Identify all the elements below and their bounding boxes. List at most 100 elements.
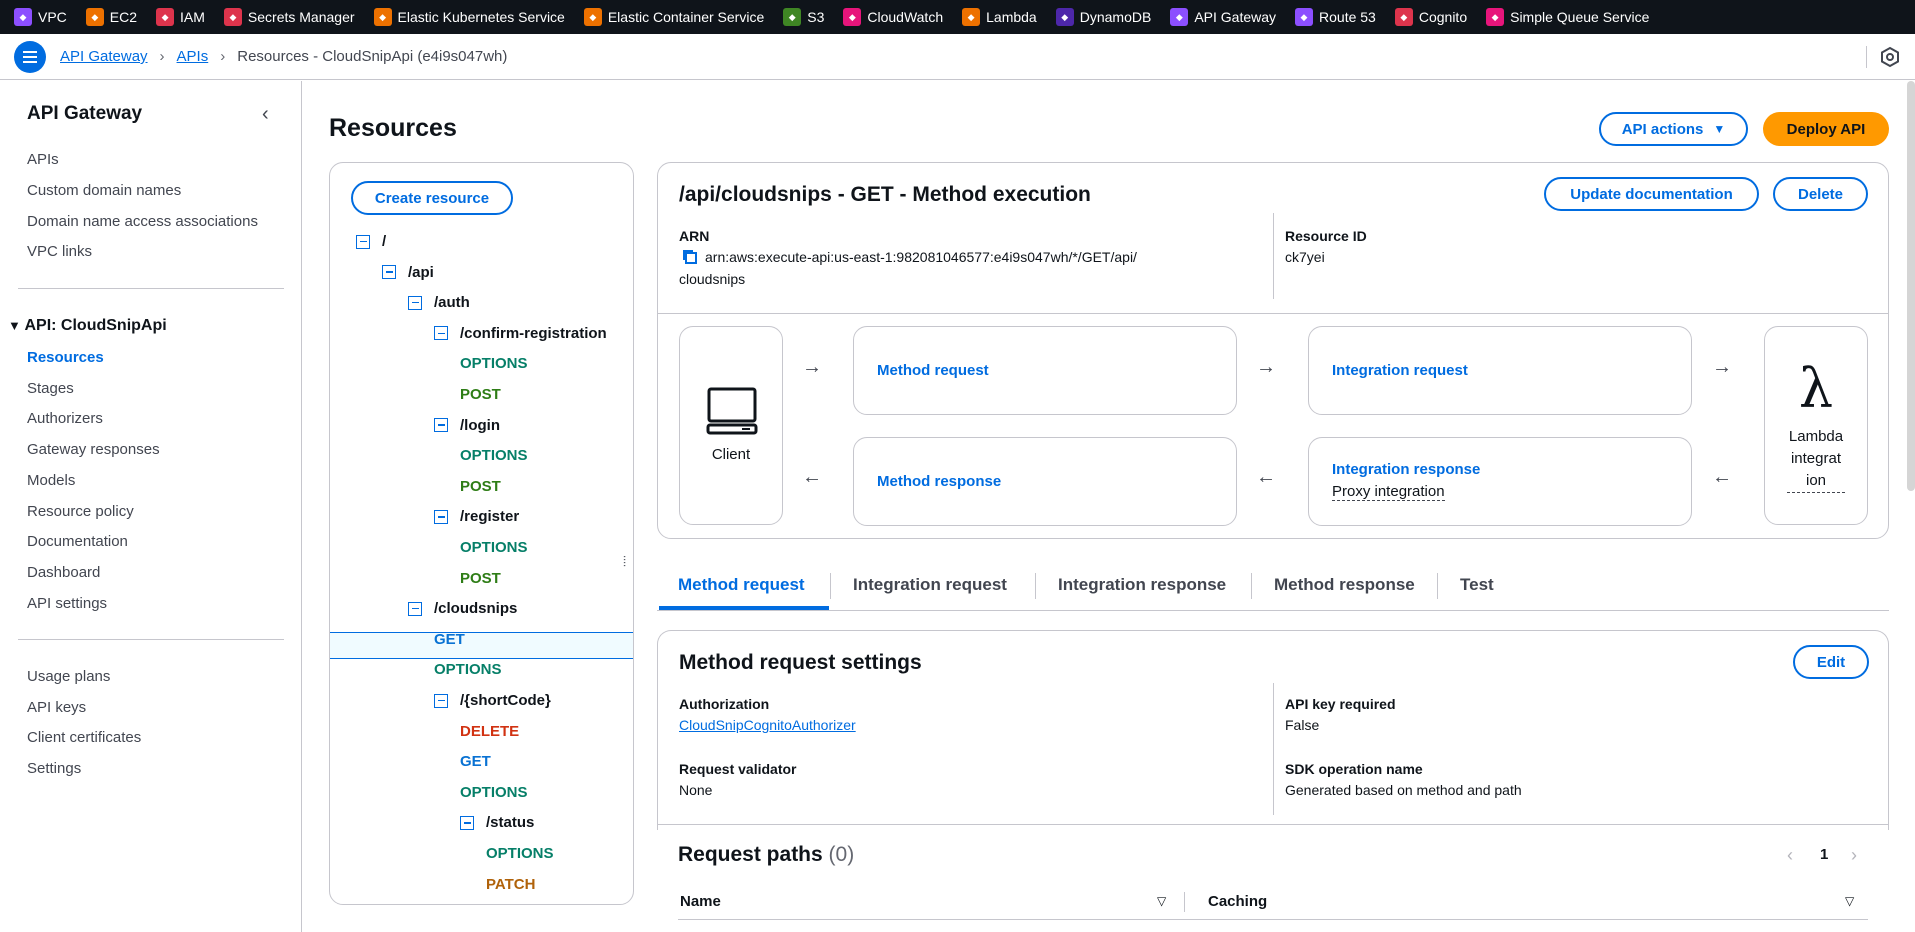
settings-icon[interactable] (1866, 46, 1901, 68)
service-shortcut[interactable]: ◆ CloudWatch (843, 8, 943, 26)
method-response-link[interactable]: Method response (877, 473, 1001, 490)
tree-resource[interactable]: / (356, 233, 386, 250)
service-shortcut[interactable]: ◆ Route 53 (1295, 8, 1376, 26)
collapse-icon[interactable] (408, 601, 422, 616)
page-number[interactable]: 1 (1820, 846, 1828, 863)
tree-method[interactable]: OPTIONS (460, 447, 528, 464)
sidebar-item[interactable]: VPC links (27, 243, 92, 260)
lambda-integration-label[interactable]: Lambda integrat ion (1765, 426, 1867, 493)
authorization-value[interactable]: CloudSnipCognitoAuthorizer (679, 717, 856, 733)
sidebar-item[interactable]: Resources (27, 349, 104, 366)
tree-method[interactable]: OPTIONS (460, 784, 528, 801)
api-section-toggle[interactable]: ▼ API: CloudSnipApi (8, 317, 167, 335)
sidebar-item[interactable]: Settings (27, 760, 81, 777)
sidebar-item[interactable]: Documentation (27, 533, 128, 550)
sidebar-item[interactable]: Dashboard (27, 564, 100, 581)
method-response-box[interactable]: Method response (853, 437, 1237, 526)
tree-resource[interactable]: /login (434, 417, 500, 434)
breadcrumb-apis[interactable]: APIs (177, 48, 209, 65)
service-shortcut[interactable]: ◆ Lambda (962, 8, 1037, 26)
sidebar-item[interactable]: API settings (27, 595, 107, 612)
tab[interactable]: Integration response (1058, 575, 1226, 595)
tree-method[interactable]: POST (460, 570, 501, 587)
method-request-box[interactable]: Method request (853, 326, 1237, 415)
tree-method[interactable]: OPTIONS (460, 355, 528, 372)
sidebar-item[interactable]: Usage plans (27, 668, 110, 685)
service-shortcut[interactable]: ◆ Cognito (1394, 8, 1467, 26)
sidebar-item[interactable]: Models (27, 472, 75, 489)
tree-resource[interactable]: /api (382, 264, 434, 281)
service-shortcut[interactable]: ◆ Elastic Kubernetes Service (373, 8, 565, 26)
service-shortcut[interactable]: ◆ API Gateway (1170, 8, 1276, 26)
collapse-icon[interactable] (434, 509, 448, 524)
prev-page-icon[interactable]: ‹ (1787, 845, 1793, 866)
tree-method[interactable]: OPTIONS (460, 539, 528, 556)
tree-resource[interactable]: /register (434, 508, 519, 525)
copy-icon[interactable] (682, 249, 698, 265)
tree-resource[interactable]: /{shortCode} (434, 692, 551, 709)
service-shortcut[interactable]: ◆ VPC (14, 8, 67, 26)
tab[interactable]: Method response (1274, 575, 1415, 595)
update-documentation-button[interactable]: Update documentation (1544, 177, 1759, 211)
proxy-integration-label[interactable]: Proxy integration (1332, 483, 1445, 501)
tab[interactable]: Method request (678, 575, 805, 595)
tree-resource[interactable]: /status (460, 814, 534, 831)
sidebar-item[interactable]: Resource policy (27, 503, 134, 520)
tree-method[interactable]: PATCH (486, 876, 535, 893)
tree-method[interactable]: DELETE (460, 723, 519, 740)
sidebar-item[interactable]: Gateway responses (27, 441, 160, 458)
sidebar-item[interactable]: Authorizers (27, 410, 103, 427)
resize-handle-icon[interactable]: ⦙ (623, 553, 626, 570)
tree-method[interactable]: OPTIONS (434, 661, 502, 678)
collapse-icon[interactable] (434, 418, 448, 433)
delete-button[interactable]: Delete (1773, 177, 1868, 211)
service-shortcut[interactable]: ◆ EC2 (85, 8, 137, 26)
integration-response-link[interactable]: Integration response (1332, 461, 1480, 478)
tree-resource[interactable]: /confirm-registration (434, 325, 607, 342)
method-request-link[interactable]: Method request (877, 362, 989, 379)
sort-icon[interactable]: ▽ (1157, 894, 1166, 908)
collapse-icon[interactable] (382, 265, 396, 280)
sidebar-item[interactable]: APIs (27, 151, 59, 168)
edit-button[interactable]: Edit (1793, 645, 1869, 679)
integration-request-link[interactable]: Integration request (1332, 362, 1468, 379)
api-actions-button[interactable]: API actions ▼ (1599, 112, 1748, 146)
column-header-name[interactable]: Name (680, 893, 721, 910)
menu-button[interactable] (14, 40, 46, 73)
collapse-icon[interactable] (460, 815, 474, 830)
tab[interactable]: Test (1460, 575, 1494, 595)
tree-method[interactable]: POST (460, 386, 501, 403)
collapse-icon[interactable] (434, 693, 448, 708)
sidebar-item[interactable]: API keys (27, 699, 86, 716)
service-shortcut[interactable]: ◆ Simple Queue Service (1486, 8, 1649, 26)
sort-icon[interactable]: ▽ (1845, 894, 1854, 908)
next-page-icon[interactable]: › (1851, 845, 1857, 866)
tree-method[interactable]: POST (460, 478, 501, 495)
tree-method[interactable]: OPTIONS (486, 845, 554, 862)
tab[interactable]: Integration request (853, 575, 1007, 595)
collapse-icon[interactable] (434, 326, 448, 341)
sidebar-item[interactable]: Client certificates (27, 729, 141, 746)
tree-method[interactable]: GET (434, 631, 465, 648)
sidebar-item[interactable]: Custom domain names (27, 182, 181, 199)
collapse-icon[interactable] (356, 234, 370, 249)
create-resource-button[interactable]: Create resource (351, 181, 513, 215)
tree-resource[interactable]: /cloudsnips (408, 600, 517, 617)
service-shortcut[interactable]: ◆ S3 (783, 8, 824, 26)
service-shortcut[interactable]: ◆ Elastic Container Service (583, 8, 764, 26)
integration-response-box[interactable]: Integration response Proxy integration (1308, 437, 1692, 526)
deploy-api-button[interactable]: Deploy API (1763, 112, 1889, 146)
column-header-caching[interactable]: Caching (1208, 893, 1267, 910)
service-shortcut[interactable]: ◆ DynamoDB (1055, 8, 1151, 26)
breadcrumb-api-gateway[interactable]: API Gateway (60, 48, 148, 65)
service-shortcut[interactable]: ◆ IAM (156, 8, 205, 26)
integration-request-box[interactable]: Integration request (1308, 326, 1692, 415)
tree-resource[interactable]: /auth (408, 294, 470, 311)
page-scrollbar[interactable] (1907, 81, 1915, 491)
sidebar-item[interactable]: Stages (27, 380, 74, 397)
service-shortcut[interactable]: ◆ Secrets Manager (223, 8, 355, 26)
collapse-sidebar-icon[interactable]: ‹ (262, 103, 269, 126)
tree-method[interactable]: GET (460, 753, 491, 770)
collapse-icon[interactable] (408, 295, 422, 310)
sidebar-item[interactable]: Domain name access associations (27, 213, 258, 230)
